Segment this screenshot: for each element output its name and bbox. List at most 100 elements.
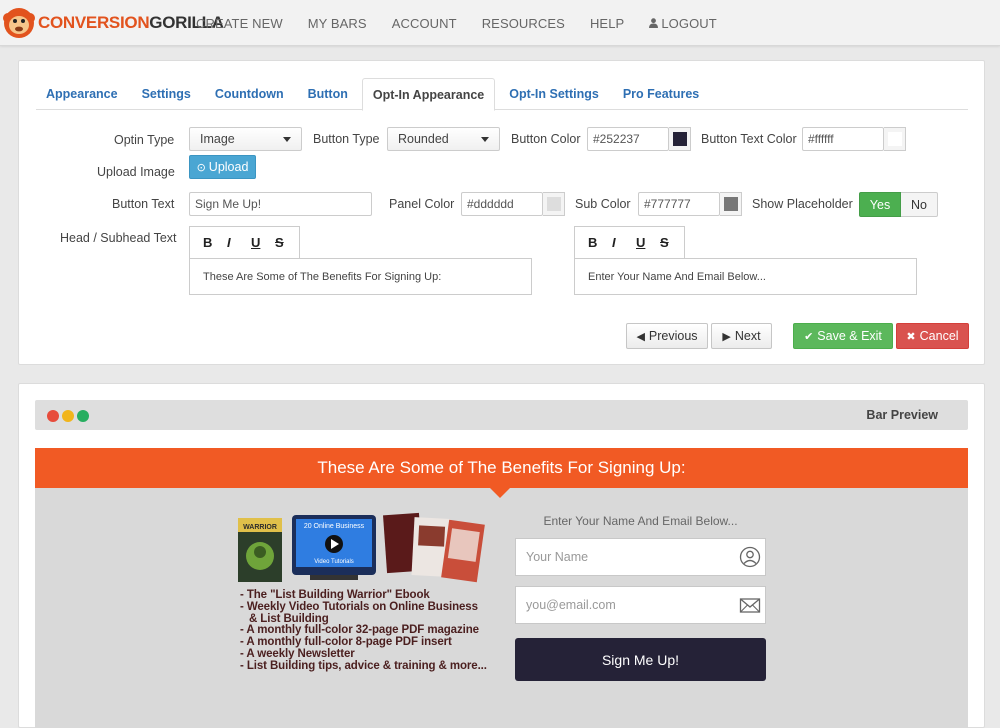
top-navbar: CONVERSIONGORILLA CREATE NEW MY BARS ACC… [0,0,1000,46]
tab-button[interactable]: Button [298,78,358,110]
nav-account[interactable]: ACCOUNT [392,16,457,31]
logo[interactable]: CONVERSIONGORILLA [2,4,224,42]
cancel-label: Cancel [919,329,959,343]
cancel-button[interactable]: ✖ Cancel [896,323,969,349]
upload-icon: ⊙ [196,161,206,174]
name-placeholder: Your Name [526,550,589,564]
upload-button[interactable]: ⊙ Upload [189,155,256,179]
preview-subheadline: Enter Your Name And Email Below... [543,514,738,528]
button-text-color-label: Button Text Color [701,132,797,146]
nav-help[interactable]: HELP [590,16,624,31]
benefit-item: - Weekly Video Tutorials on Online Busin… [240,600,478,613]
placeholder-no-button[interactable]: No [901,192,938,217]
head-subhead-label: Head / Subhead Text [60,231,177,245]
upload-button-label: Upload [208,160,249,174]
placeholder-yes-button[interactable]: Yes [859,192,901,217]
save-label: Save & Exit [817,329,882,343]
arrow-left-circle-icon: ◀ [636,330,645,343]
upload-image-label: Upload Image [97,165,175,179]
italic-button[interactable]: I [227,235,251,250]
tab-optin-appearance[interactable]: Opt-In Appearance [361,78,496,111]
show-placeholder-toggle: Yes No [859,192,938,217]
window-dot-yellow [62,410,74,422]
previous-label: Previous [648,329,698,343]
svg-text:Video Tutorials: Video Tutorials [314,559,354,565]
window-dot-red [47,410,59,422]
email-field[interactable]: you@email.com [515,586,766,624]
sub-color-label: Sub Color [575,197,631,211]
envelope-icon [739,598,761,613]
headline-pointer [490,488,510,498]
preview-header: Bar Preview [35,400,968,430]
bold-button[interactable]: B [588,235,612,250]
button-text-input[interactable]: Sign Me Up! [189,192,372,216]
underline-button[interactable]: U [251,235,275,250]
panel-color-label: Panel Color [389,197,455,211]
tab-pro-features[interactable]: Pro Features [613,78,709,110]
panel-color-input[interactable]: #dddddd [461,192,543,216]
product-bundle-image: WARRIOR 20 Online Business Video Tutoria… [238,512,485,583]
head-editor-toolbar: B I U S [189,226,300,258]
subhead-editor-toolbar: B I U S [574,226,685,258]
show-placeholder-label: Show Placeholder [752,197,853,211]
name-field[interactable]: Your Name [515,538,766,576]
button-color-picker[interactable] [669,127,691,151]
svg-text:20 Online Business: 20 Online Business [304,523,365,530]
color-swatch [887,132,902,146]
button-type-value: Rounded [398,132,449,146]
sub-color-picker[interactable] [720,192,742,216]
main-nav: CREATE NEW MY BARS ACCOUNT RESOURCES HEL… [196,0,742,46]
tab-optin-settings[interactable]: Opt-In Settings [499,78,609,110]
underline-button[interactable]: U [636,235,660,250]
button-color-input[interactable]: #252237 [587,127,669,151]
tab-appearance[interactable]: Appearance [36,78,128,110]
sub-color-input[interactable]: #777777 [638,192,720,216]
optin-type-label: Optin Type [114,133,175,147]
optin-type-value: Image [200,132,235,146]
button-type-select[interactable]: Rounded [387,127,500,151]
window-dot-green [77,410,89,422]
user-icon [649,18,659,28]
preview-headline-bar: These Are Some of The Benefits For Signi… [35,448,968,488]
subhead-text-editor[interactable]: Enter Your Name And Email Below... [574,258,917,295]
nav-create-new[interactable]: CREATE NEW [196,16,283,31]
bar-preview-title: Bar Preview [866,408,938,422]
button-color-label: Button Color [511,132,581,146]
preview-body [35,488,968,728]
settings-tabs: Appearance Settings Countdown Button Opt… [36,78,968,111]
nav-resources[interactable]: RESOURCES [482,16,565,31]
italic-button[interactable]: I [612,235,636,250]
arrow-right-circle-icon: ▶ [722,330,731,343]
nav-logout[interactable]: LOGOUT [649,16,717,31]
logout-label: LOGOUT [661,15,717,31]
email-placeholder: you@email.com [526,598,616,612]
user-circle-icon [739,546,761,568]
preview-headline: These Are Some of The Benefits For Signi… [317,458,686,477]
tab-settings[interactable]: Settings [132,78,201,110]
next-button[interactable]: ▶ Next [711,323,772,349]
panel-color-picker[interactable] [543,192,565,216]
sign-me-up-button[interactable]: Sign Me Up! [515,638,766,681]
button-text-color-picker[interactable] [884,127,906,151]
benefit-item: - List Building tips, advice & training … [240,659,487,672]
strikethrough-button[interactable]: S [660,235,684,250]
color-swatch [672,132,687,146]
strikethrough-button[interactable]: S [275,235,299,250]
svg-text:WARRIOR: WARRIOR [243,524,277,531]
chevron-down-icon [283,136,291,142]
color-swatch [723,197,738,211]
chevron-down-icon [481,136,489,142]
optin-type-select[interactable]: Image [189,127,302,151]
button-text-color-input[interactable]: #ffffff [802,127,884,151]
benefit-item: - A weekly Newsletter [240,647,355,660]
button-type-label: Button Type [313,132,380,146]
benefits-list: - The "List Building Warrior" Ebook - We… [240,589,487,673]
bold-button[interactable]: B [203,235,227,250]
save-exit-button[interactable]: ✔ Save & Exit [793,323,893,349]
nav-my-bars[interactable]: MY BARS [308,16,367,31]
head-text-editor[interactable]: These Are Some of The Benefits For Signi… [189,258,532,295]
previous-button[interactable]: ◀ Previous [626,323,708,349]
tab-countdown[interactable]: Countdown [205,78,294,110]
close-icon: ✖ [906,330,916,343]
gorilla-logo-icon [3,8,35,38]
